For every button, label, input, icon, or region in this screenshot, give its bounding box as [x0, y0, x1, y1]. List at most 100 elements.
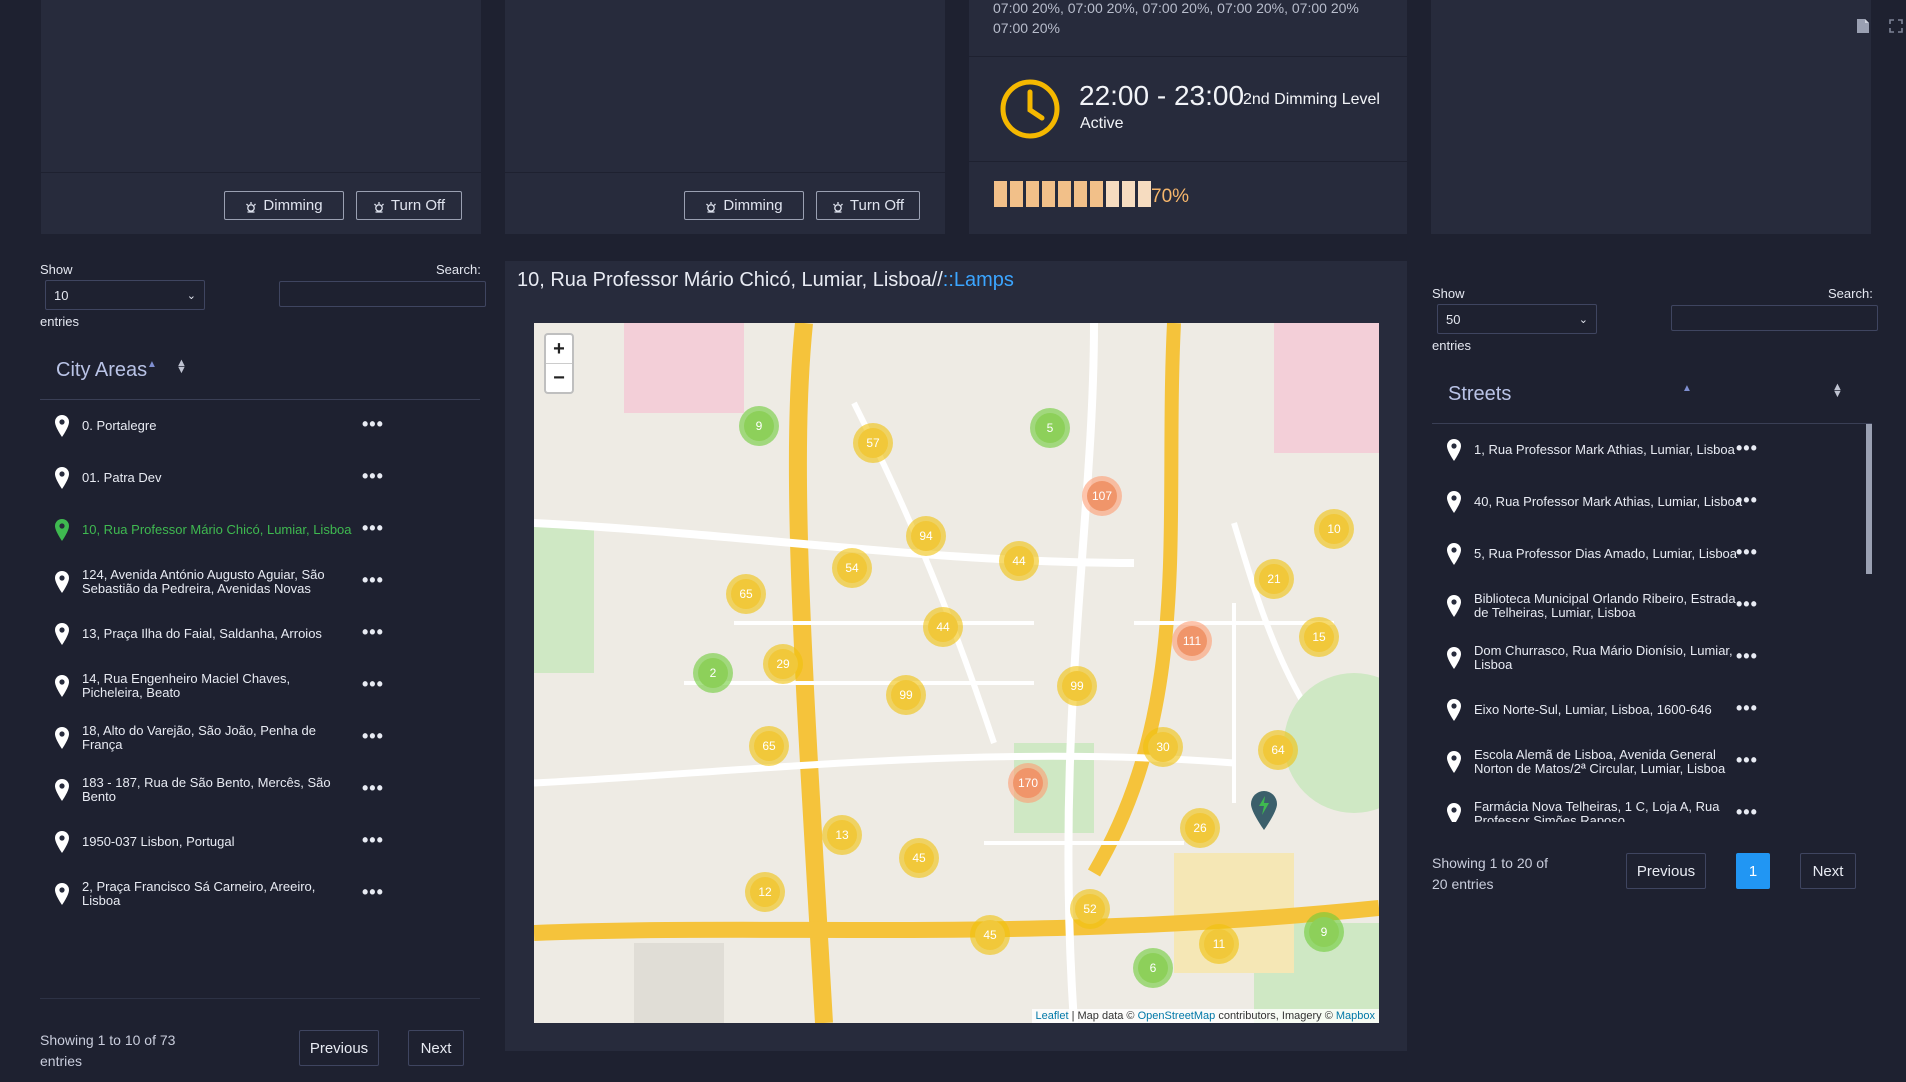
- dimming-button[interactable]: Dimming: [684, 191, 804, 220]
- more-options-icon[interactable]: •••: [362, 466, 384, 487]
- more-options-icon[interactable]: •••: [1736, 646, 1758, 667]
- entries-select[interactable]: 50 ⌄: [1437, 304, 1597, 334]
- scrollbar[interactable]: [1866, 424, 1872, 822]
- zoom-out-button[interactable]: −: [546, 364, 572, 393]
- marker-cluster[interactable]: 107: [1082, 476, 1122, 516]
- more-options-icon[interactable]: •••: [362, 830, 384, 851]
- next-button[interactable]: Next: [408, 1030, 464, 1066]
- previous-button[interactable]: Previous: [1626, 853, 1706, 889]
- sort-icon[interactable]: ▲ ▼: [1832, 382, 1843, 400]
- marker-cluster[interactable]: 99: [886, 675, 926, 715]
- previous-button[interactable]: Previous: [299, 1030, 379, 1066]
- map[interactable]: + − 9 57 5 107 94 44 10 54 65 44 21 111 15 2 29 99 99 65 3…: [534, 323, 1379, 1023]
- marker-cluster[interactable]: 54: [832, 548, 872, 588]
- marker-cluster[interactable]: 45: [970, 915, 1010, 955]
- zoom-in-button[interactable]: +: [546, 335, 572, 364]
- marker-cluster[interactable]: 29: [763, 644, 803, 684]
- column-header-streets[interactable]: Streets: [1448, 383, 1511, 406]
- more-options-icon[interactable]: •••: [362, 414, 384, 435]
- next-button[interactable]: Next: [1800, 853, 1856, 889]
- list-item-label: 10, Rua Professor Mário Chicó, Lumiar, L…: [82, 521, 352, 537]
- marker-cluster[interactable]: 2: [693, 653, 733, 693]
- more-options-icon[interactable]: •••: [362, 778, 384, 799]
- more-options-icon[interactable]: •••: [362, 570, 384, 591]
- more-options-icon[interactable]: •••: [362, 622, 384, 643]
- marker-cluster[interactable]: 57: [853, 423, 893, 463]
- list-item[interactable]: 40, Rua Professor Mark Athias, Lumiar, L…: [1432, 476, 1864, 528]
- marker-cluster[interactable]: 99: [1057, 666, 1097, 706]
- list-item[interactable]: Eixo Norte-Sul, Lumiar, Lisboa, 1600-646…: [1432, 684, 1864, 736]
- marker-cluster[interactable]: 12: [745, 872, 785, 912]
- more-options-icon[interactable]: •••: [1736, 750, 1758, 771]
- list-item[interactable]: 183 - 187, Rua de São Bento, Mercês, São…: [40, 764, 480, 816]
- marker-cluster[interactable]: 26: [1180, 808, 1220, 848]
- marker-cluster[interactable]: 9: [739, 406, 779, 446]
- entries-select[interactable]: 10 ⌄: [45, 280, 205, 310]
- column-header-city-areas[interactable]: City Areas: [56, 359, 147, 382]
- streets-scroll[interactable]: 1, Rua Professor Mark Athias, Lumiar, Li…: [1432, 424, 1872, 822]
- more-options-icon[interactable]: •••: [1736, 698, 1758, 719]
- leaflet-link[interactable]: Leaflet: [1036, 1010, 1069, 1022]
- marker-cluster[interactable]: 45: [899, 838, 939, 878]
- dimming-button[interactable]: Dimming: [224, 191, 344, 220]
- list-item[interactable]: 1950-037 Lisbon, Portugal •••: [40, 816, 480, 868]
- list-item[interactable]: Dom Churrasco, Rua Mário Dionísio, Lumia…: [1432, 632, 1864, 684]
- more-options-icon[interactable]: •••: [362, 882, 384, 903]
- list-item[interactable]: 1, Rua Professor Mark Athias, Lumiar, Li…: [1432, 424, 1864, 476]
- marker-cluster-count: 170: [1013, 768, 1043, 798]
- lamps-link[interactable]: ::Lamps: [943, 269, 1014, 291]
- marker-cluster[interactable]: 64: [1258, 730, 1298, 770]
- table-header[interactable]: Streets ▲ ▲ ▼: [1432, 366, 1872, 424]
- list-item[interactable]: Escola Alemã de Lisboa, Avenida General …: [1432, 736, 1864, 788]
- marker-cluster[interactable]: 94: [906, 516, 946, 556]
- list-item[interactable]: Biblioteca Municipal Orlando Ribeiro, Es…: [1432, 580, 1864, 632]
- more-options-icon[interactable]: •••: [362, 674, 384, 695]
- marker-cluster[interactable]: 65: [749, 726, 789, 766]
- list-item[interactable]: 124, Avenida António Augusto Aguiar, São…: [40, 556, 480, 608]
- marker-cluster[interactable]: 170: [1008, 763, 1048, 803]
- more-options-icon[interactable]: •••: [1736, 438, 1758, 459]
- search-input[interactable]: [1671, 305, 1878, 331]
- marker-cluster[interactable]: 5: [1030, 408, 1070, 448]
- more-options-icon[interactable]: •••: [1736, 802, 1758, 822]
- list-item[interactable]: 0. Portalegre •••: [40, 400, 480, 452]
- list-item[interactable]: 10, Rua Professor Mário Chicó, Lumiar, L…: [40, 504, 480, 556]
- turn-off-button[interactable]: Turn Off: [816, 191, 920, 220]
- expand-icon[interactable]: [1888, 18, 1904, 34]
- list-item[interactable]: 5, Rua Professor Dias Amado, Lumiar, Lis…: [1432, 528, 1864, 580]
- page-1-button[interactable]: 1: [1736, 853, 1770, 889]
- table-header[interactable]: City Areas ▲ ▲ ▼: [40, 342, 480, 400]
- selected-lamp-marker-icon[interactable]: [1249, 790, 1279, 830]
- marker-cluster[interactable]: 13: [822, 815, 862, 855]
- marker-cluster[interactable]: 21: [1254, 559, 1294, 599]
- turn-off-button[interactable]: Turn Off: [356, 191, 462, 220]
- marker-cluster[interactable]: 11: [1199, 924, 1239, 964]
- more-options-icon[interactable]: •••: [1736, 490, 1758, 511]
- list-item[interactable]: 18, Alto do Varejão, São João, Penha de …: [40, 712, 480, 764]
- marker-cluster[interactable]: 15: [1299, 617, 1339, 657]
- marker-cluster[interactable]: 44: [999, 541, 1039, 581]
- list-item[interactable]: 14, Rua Engenheiro Maciel Chaves, Pichel…: [40, 660, 480, 712]
- list-item[interactable]: Farmácia Nova Telheiras, 1 C, Loja A, Ru…: [1432, 788, 1864, 822]
- more-options-icon[interactable]: •••: [362, 726, 384, 747]
- more-options-icon[interactable]: •••: [1736, 542, 1758, 563]
- list-item[interactable]: 13, Praça Ilha do Faial, Saldanha, Arroi…: [40, 608, 480, 660]
- marker-cluster[interactable]: 65: [726, 574, 766, 614]
- marker-cluster[interactable]: 6: [1133, 948, 1173, 988]
- list-item[interactable]: 2, Praça Francisco Sá Carneiro, Areeiro,…: [40, 868, 480, 920]
- scrollbar-thumb[interactable]: [1866, 424, 1872, 574]
- osm-link[interactable]: OpenStreetMap: [1138, 1010, 1216, 1022]
- sort-icon[interactable]: ▲ ▼: [176, 358, 187, 376]
- marker-cluster[interactable]: 30: [1143, 727, 1183, 767]
- search-input[interactable]: [279, 281, 486, 307]
- more-options-icon[interactable]: •••: [362, 518, 384, 539]
- marker-cluster[interactable]: 52: [1070, 889, 1110, 929]
- marker-cluster[interactable]: 44: [923, 607, 963, 647]
- marker-cluster[interactable]: 10: [1314, 509, 1354, 549]
- list-item[interactable]: 01. Patra Dev •••: [40, 452, 480, 504]
- more-options-icon[interactable]: •••: [1736, 594, 1758, 615]
- mapbox-link[interactable]: Mapbox: [1336, 1010, 1375, 1022]
- document-icon[interactable]: [1856, 18, 1870, 34]
- marker-cluster[interactable]: 9: [1304, 912, 1344, 952]
- marker-cluster[interactable]: 111: [1172, 621, 1212, 661]
